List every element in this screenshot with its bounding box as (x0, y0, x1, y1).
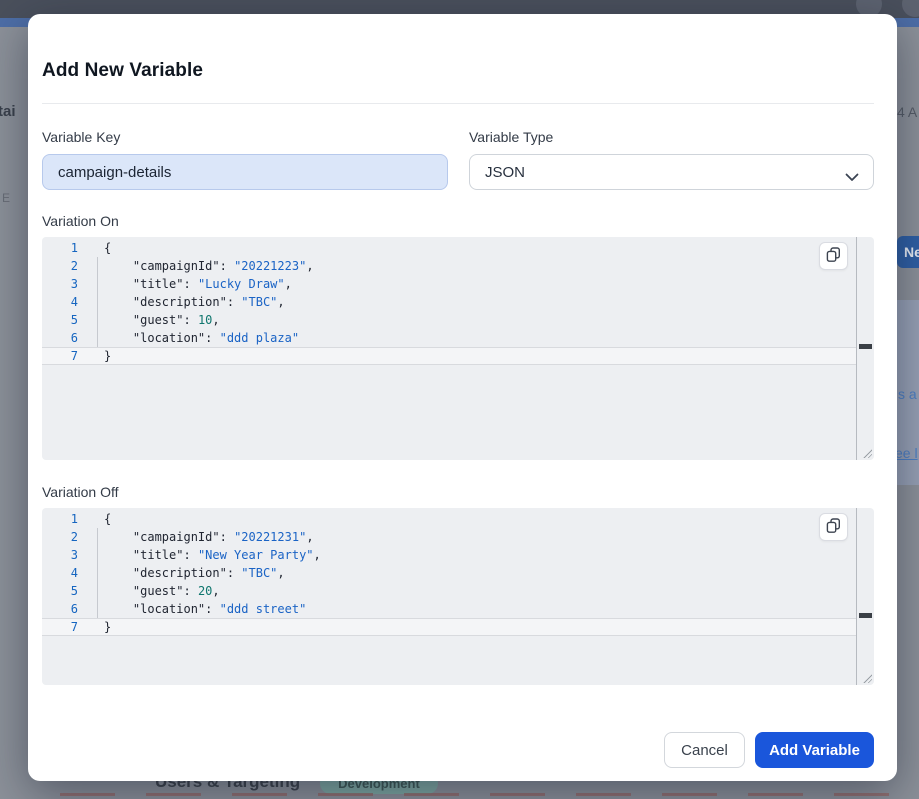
code-line[interactable]: 4 "description": "TBC", (42, 293, 856, 311)
header-divider (42, 103, 874, 104)
editor-scroll-border (856, 237, 857, 460)
variable-type-label: Variable Type (469, 129, 874, 145)
code-line[interactable]: 2 "campaignId": "20221231", (42, 528, 856, 546)
code-line[interactable]: 7} (42, 347, 856, 365)
variation-off-editor[interactable]: 1{2 "campaignId": "20221231",3 "title": … (42, 508, 874, 685)
line-number: 4 (42, 293, 78, 311)
copy-icon (826, 518, 841, 537)
line-number: 1 (42, 239, 78, 257)
scrollbar-thumb[interactable] (859, 344, 872, 349)
code-line[interactable]: 2 "campaignId": "20221223", (42, 257, 856, 275)
code-line[interactable]: 4 "description": "TBC", (42, 564, 856, 582)
code-line[interactable]: 7} (42, 618, 856, 636)
variation-on-editor[interactable]: 1{2 "campaignId": "20221223",3 "title": … (42, 237, 874, 460)
code-line[interactable]: 1{ (42, 510, 856, 528)
copy-button[interactable] (819, 242, 848, 270)
variable-type-select[interactable]: JSON (469, 154, 874, 190)
code-line[interactable]: 6 "location": "ddd street" (42, 600, 856, 618)
line-number: 5 (42, 582, 78, 600)
code-lines: 1{2 "campaignId": "20221223",3 "title": … (42, 237, 856, 365)
line-number: 7 (42, 618, 78, 636)
cancel-button[interactable]: Cancel (664, 732, 745, 768)
add-variable-button[interactable]: Add Variable (755, 732, 874, 768)
copy-button[interactable] (819, 513, 848, 541)
line-number: 6 (42, 600, 78, 618)
add-variable-modal: Add New Variable Variable Key Variable T… (28, 14, 897, 781)
line-number: 5 (42, 311, 78, 329)
line-number: 4 (42, 564, 78, 582)
code-line[interactable]: 5 "guest": 20, (42, 582, 856, 600)
code-lines: 1{2 "campaignId": "20221231",3 "title": … (42, 508, 856, 636)
code-line[interactable]: 5 "guest": 10, (42, 311, 856, 329)
scrollbar-thumb[interactable] (859, 613, 872, 618)
variable-key-input[interactable] (42, 154, 448, 190)
variable-type-value: JSON (485, 164, 525, 181)
modal-title: Add New Variable (42, 60, 874, 82)
variable-key-label: Variable Key (42, 129, 448, 145)
code-line[interactable]: 3 "title": "Lucky Draw", (42, 275, 856, 293)
code-line[interactable]: 1{ (42, 239, 856, 257)
indent-guide (97, 257, 98, 347)
copy-icon (826, 247, 841, 266)
modal-footer: Cancel Add Variable (664, 732, 874, 768)
line-number: 2 (42, 257, 78, 275)
line-number: 7 (42, 347, 78, 365)
resize-handle[interactable] (862, 673, 872, 683)
line-number: 2 (42, 528, 78, 546)
editor-scroll-border (856, 508, 857, 685)
line-number: 6 (42, 329, 78, 347)
variation-on-label: Variation On (42, 213, 874, 229)
form-row: Variable Key Variable Type JSON (42, 129, 874, 190)
line-number: 3 (42, 546, 78, 564)
variable-key-field: Variable Key (42, 129, 448, 190)
code-line[interactable]: 3 "title": "New Year Party", (42, 546, 856, 564)
variation-off-label: Variation Off (42, 484, 874, 500)
indent-guide (97, 528, 98, 618)
line-number: 3 (42, 275, 78, 293)
chevron-down-icon (845, 169, 859, 187)
resize-handle[interactable] (862, 448, 872, 458)
code-line[interactable]: 6 "location": "ddd plaza" (42, 329, 856, 347)
line-number: 1 (42, 510, 78, 528)
variable-type-field: Variable Type JSON (469, 129, 874, 190)
